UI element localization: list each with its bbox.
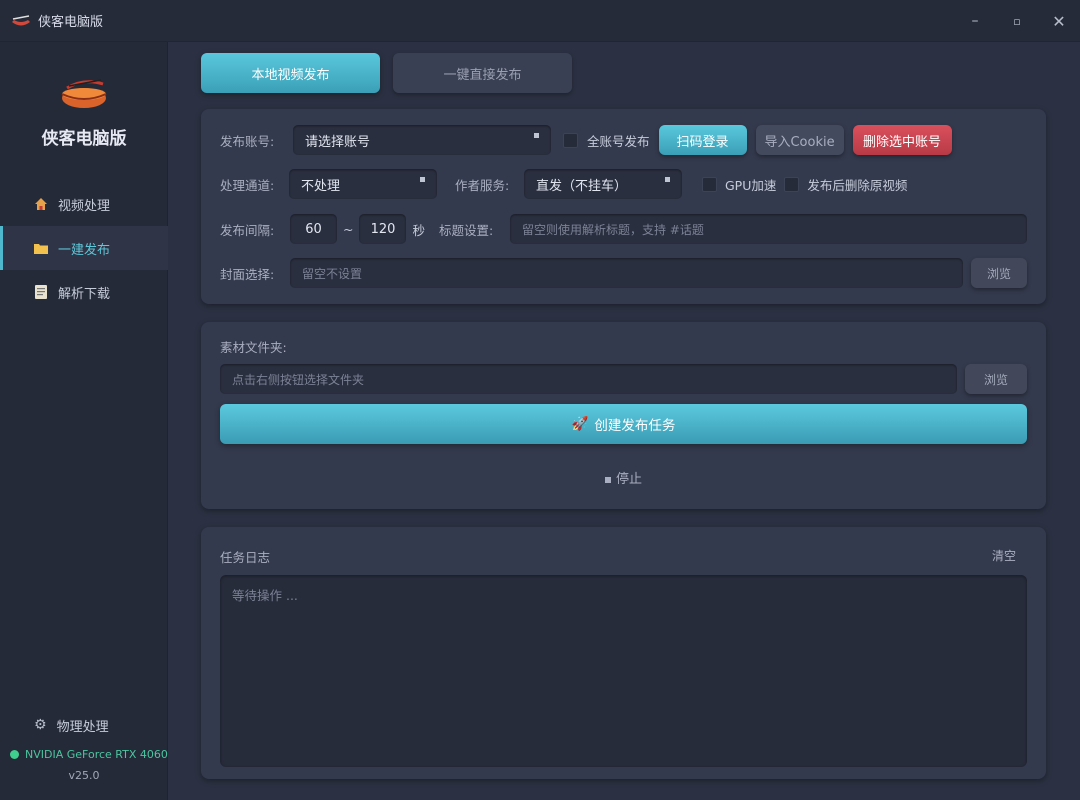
author-service-value: 直发（不挂车） <box>536 178 628 194</box>
publish-tabs: 本地视频发布 一键直接发布 <box>201 53 572 93</box>
stop-label: 停止 <box>615 472 642 487</box>
account-label: 发布账号: <box>220 133 275 149</box>
sidebar-item-video-processing[interactable]: 视频处理 <box>0 182 168 226</box>
sidebar-item-one-click-publish[interactable]: 一建发布 <box>0 226 168 270</box>
dropdown-icon <box>420 177 425 182</box>
channel-select-value: 不处理 <box>301 178 341 194</box>
document-icon <box>34 285 48 299</box>
gpu-status: NVIDIA GeForce RTX 4060 <box>0 748 168 761</box>
material-browse-button[interactable]: 浏览 <box>965 364 1027 394</box>
gpu-accel-checkbox[interactable] <box>702 176 717 192</box>
material-folder-label: 素材文件夹: <box>220 340 287 355</box>
delete-after-publish-checkbox[interactable] <box>784 176 800 192</box>
interval-separator: ~ <box>343 221 354 237</box>
all-accounts-label: 全账号发布 <box>587 133 650 149</box>
interval-unit: 秒 <box>412 222 425 238</box>
create-publish-task-button[interactable]: 🚀 创建发布任务 <box>220 404 1027 444</box>
sidebar-item-physical-processing[interactable]: ⚙ 物理处理 <box>0 710 168 740</box>
task-log-output[interactable]: 等待操作 ... <box>220 575 1027 767</box>
account-select-value: 请选择账号 <box>305 134 371 150</box>
clear-log-button[interactable]: 清空 <box>992 547 1016 564</box>
sidebar-item-label: 视频处理 <box>58 198 111 214</box>
gpu-accel-label: GPU加速 <box>725 177 777 193</box>
tab-direct-publish[interactable]: 一键直接发布 <box>393 53 572 93</box>
maximize-button[interactable]: ▫ <box>996 0 1038 42</box>
folder-icon <box>34 241 48 255</box>
sidebar: 侠客电脑版 视频处理 一建发布 解析下载 ⚙ 物理处理 NVIDIA GeFor… <box>0 42 168 800</box>
author-service-select[interactable]: 直发（不挂车） <box>524 169 682 199</box>
interval-label: 发布间隔: <box>220 222 275 238</box>
sidebar-nav: 视频处理 一建发布 解析下载 <box>0 182 168 314</box>
scan-login-button[interactable]: 扫码登录 <box>658 125 747 155</box>
channel-select[interactable]: 不处理 <box>289 169 437 199</box>
title-bar: 侠客电脑版 – ▫ ✕ <box>0 0 1080 42</box>
status-dot-icon <box>10 750 19 759</box>
interval-min-input[interactable]: 60 <box>290 214 337 244</box>
task-log-panel: 任务日志 清空 等待操作 ... <box>201 527 1046 779</box>
title-setting-label: 标题设置: <box>439 222 494 238</box>
minimize-button[interactable]: – <box>954 0 996 42</box>
dropdown-icon <box>534 133 539 138</box>
gpu-name: NVIDIA GeForce RTX 4060 <box>25 748 168 761</box>
logo-text: 侠客电脑版 <box>41 129 127 149</box>
interval-max-input[interactable]: 120 <box>359 214 407 244</box>
stop-icon <box>604 476 611 483</box>
close-button[interactable]: ✕ <box>1038 0 1080 42</box>
account-select[interactable]: 请选择账号 <box>293 125 551 155</box>
delete-after-publish-label: 发布后删除原视频 <box>807 177 908 193</box>
task-log-title: 任务日志 <box>220 550 271 565</box>
tab-local-video-publish[interactable]: 本地视频发布 <box>201 53 380 93</box>
dropdown-icon <box>665 177 670 182</box>
sidebar-item-label: 解析下载 <box>58 286 111 302</box>
channel-label: 处理通道: <box>220 177 275 193</box>
import-cookie-button[interactable]: 导入Cookie <box>755 125 844 155</box>
create-task-label: 创建发布任务 <box>594 418 676 434</box>
main-content: 本地视频发布 一键直接发布 发布账号: 请选择账号 全账号发布 扫码登录 导入C… <box>168 42 1080 800</box>
cover-input[interactable]: 留空不设置 <box>290 258 963 288</box>
cover-browse-button[interactable]: 浏览 <box>971 258 1027 288</box>
material-folder-panel: 素材文件夹: 点击右侧按钮选择文件夹 浏览 🚀 创建发布任务 停止 <box>201 322 1046 509</box>
cover-label: 封面选择: <box>220 266 275 282</box>
delete-account-button[interactable]: 删除选中账号 <box>852 125 952 155</box>
rocket-icon: 🚀 <box>571 416 589 432</box>
sidebar-item-parse-download[interactable]: 解析下载 <box>0 270 168 314</box>
home-icon <box>34 197 48 211</box>
stop-button[interactable]: 停止 <box>201 468 1046 487</box>
author-service-label: 作者服务: <box>455 177 510 193</box>
app-logo-icon <box>12 14 30 25</box>
publish-settings-panel: 发布账号: 请选择账号 全账号发布 扫码登录 导入Cookie 删除选中账号 处… <box>201 109 1046 304</box>
window-title: 侠客电脑版 <box>38 15 104 30</box>
material-folder-input[interactable]: 点击右侧按钮选择文件夹 <box>220 364 957 394</box>
version-label: v25.0 <box>68 769 100 782</box>
title-setting-input[interactable]: 留空则使用解析标题，支持 #话题 <box>510 214 1027 244</box>
sidebar-item-label: 物理处理 <box>56 719 109 735</box>
app-logo-icon <box>61 79 107 108</box>
gear-icon: ⚙ <box>34 717 47 733</box>
sidebar-item-label: 一建发布 <box>58 242 111 258</box>
all-accounts-checkbox[interactable] <box>563 132 578 148</box>
log-text: 等待操作 ... <box>232 588 298 603</box>
